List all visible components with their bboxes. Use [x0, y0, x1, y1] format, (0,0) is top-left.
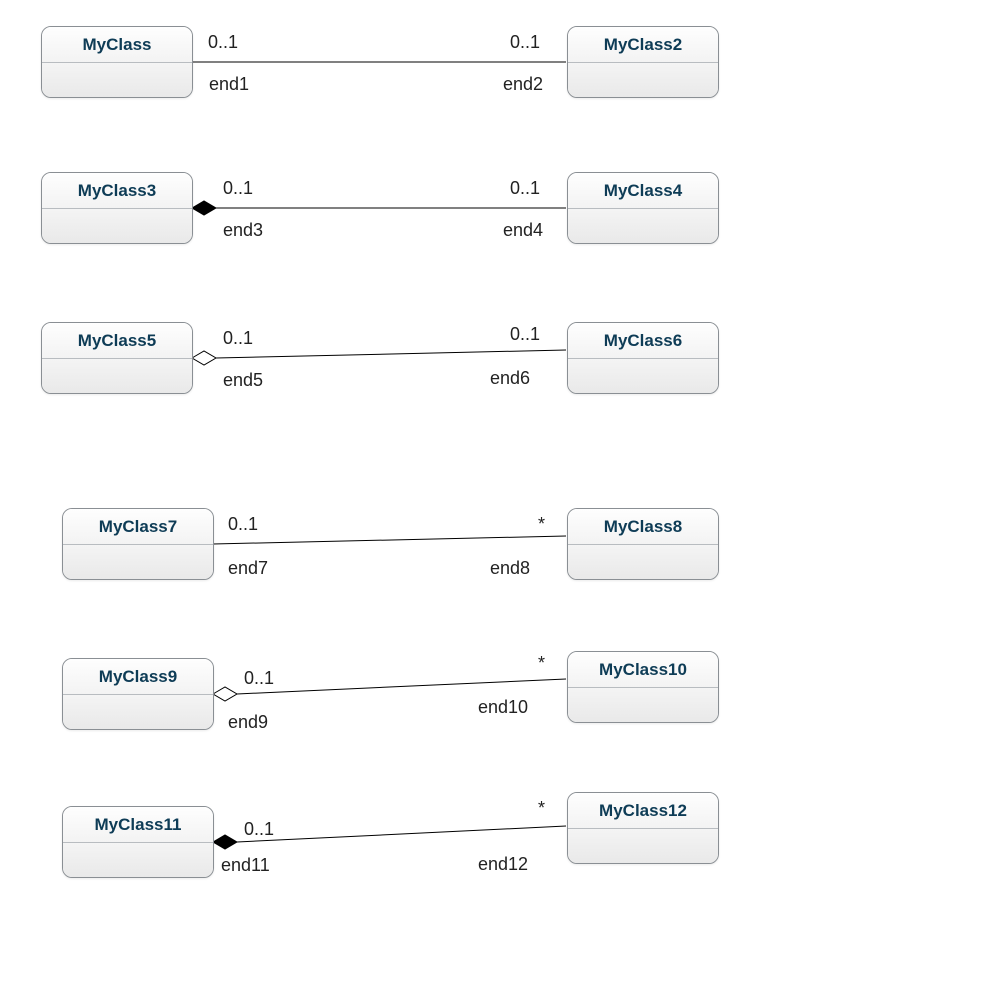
class-box-myclass6[interactable]: MyClass6: [567, 322, 719, 394]
class-title: MyClass3: [42, 173, 192, 209]
class-box-myclass7[interactable]: MyClass7: [62, 508, 214, 580]
class-title: MyClass11: [63, 807, 213, 843]
multiplicity-left: 0..1: [228, 514, 258, 535]
class-box-myclass9[interactable]: MyClass9: [62, 658, 214, 730]
connector-segment: [237, 826, 566, 842]
class-box-myclass5[interactable]: MyClass5: [41, 322, 193, 394]
multiplicity-right: 0..1: [510, 32, 540, 53]
filled-diamond-icon: [192, 201, 216, 215]
open-diamond-icon: [192, 351, 216, 365]
role-left: end1: [209, 74, 249, 95]
multiplicity-left: 0..1: [244, 668, 274, 689]
role-right: end4: [503, 220, 543, 241]
class-box-myclass10[interactable]: MyClass10: [567, 651, 719, 723]
class-box-myclass8[interactable]: MyClass8: [567, 508, 719, 580]
class-body: [568, 688, 718, 722]
class-box-myclass2[interactable]: MyClass2: [567, 26, 719, 98]
class-box-myclass11[interactable]: MyClass11: [62, 806, 214, 878]
class-title: MyClass10: [568, 652, 718, 688]
multiplicity-left: 0..1: [208, 32, 238, 53]
class-title: MyClass5: [42, 323, 192, 359]
multiplicity-right: *: [538, 798, 545, 819]
class-body: [568, 209, 718, 243]
class-body: [568, 63, 718, 97]
class-title: MyClass12: [568, 793, 718, 829]
role-right: end6: [490, 368, 530, 389]
role-right: end2: [503, 74, 543, 95]
multiplicity-right: 0..1: [510, 178, 540, 199]
class-title: MyClass7: [63, 509, 213, 545]
multiplicity-right: *: [538, 653, 545, 674]
class-title: MyClass2: [568, 27, 718, 63]
class-title: MyClass6: [568, 323, 718, 359]
role-left: end11: [221, 855, 270, 876]
class-body: [42, 209, 192, 243]
class-box-myclass[interactable]: MyClass: [41, 26, 193, 98]
class-title: MyClass4: [568, 173, 718, 209]
role-left: end3: [223, 220, 263, 241]
multiplicity-left: 0..1: [223, 178, 253, 199]
role-left: end7: [228, 558, 268, 579]
open-diamond-icon: [213, 687, 237, 701]
class-body: [42, 359, 192, 393]
connector-segment: [237, 679, 566, 694]
class-body: [568, 545, 718, 579]
class-title: MyClass: [42, 27, 192, 63]
role-right: end8: [490, 558, 530, 579]
connector-segment: [216, 350, 566, 358]
role-left: end9: [228, 712, 268, 733]
class-body: [568, 359, 718, 393]
class-title: MyClass8: [568, 509, 718, 545]
multiplicity-left: 0..1: [244, 819, 274, 840]
multiplicity-right: *: [538, 514, 545, 535]
class-body: [42, 63, 192, 97]
class-box-myclass12[interactable]: MyClass12: [567, 792, 719, 864]
multiplicity-left: 0..1: [223, 328, 253, 349]
class-body: [63, 843, 213, 877]
role-right: end10: [478, 697, 528, 718]
class-body: [568, 829, 718, 863]
class-title: MyClass9: [63, 659, 213, 695]
class-body: [63, 695, 213, 729]
class-box-myclass4[interactable]: MyClass4: [567, 172, 719, 244]
connector-segment: [213, 536, 566, 544]
class-body: [63, 545, 213, 579]
filled-diamond-icon: [213, 835, 237, 849]
role-right: end12: [478, 854, 528, 875]
multiplicity-right: 0..1: [510, 324, 540, 345]
role-left: end5: [223, 370, 263, 391]
class-box-myclass3[interactable]: MyClass3: [41, 172, 193, 244]
